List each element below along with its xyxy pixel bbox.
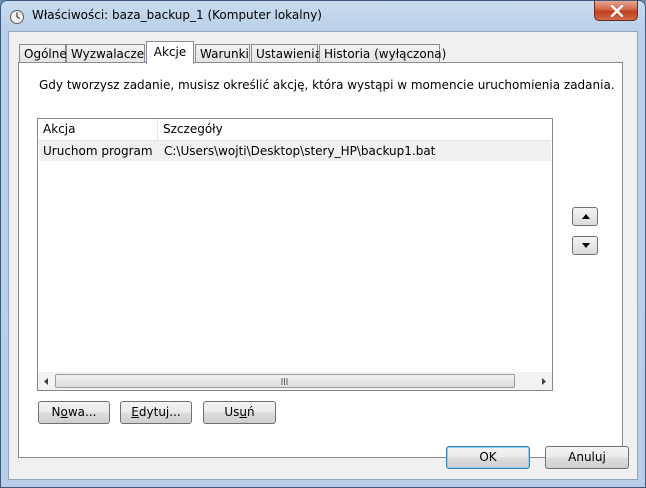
move-down-button[interactable] — [572, 236, 598, 255]
tab-settings[interactable]: Ustawienia — [251, 44, 322, 63]
tab-actions[interactable]: Akcje — [146, 41, 194, 64]
column-header-action[interactable]: Akcja — [38, 119, 158, 140]
list-item[interactable]: Uruchom program C:\Users\wojti\Desktop\s… — [39, 141, 551, 161]
new-button-accelerator: o — [60, 405, 68, 419]
ok-button[interactable]: OK — [446, 446, 530, 469]
tab-conditions[interactable]: Warunki — [195, 44, 250, 63]
delete-button-label-pre: Us — [224, 405, 240, 419]
column-header-details[interactable]: Szczegóły — [158, 119, 552, 140]
properties-window: Właściwości: baza_backup_1 (Komputer lok… — [0, 0, 646, 488]
delete-button-accelerator: u — [239, 405, 248, 419]
action-details: C:\Users\wojti\Desktop\stery_HP\backup1.… — [164, 144, 436, 158]
new-button-label-pre: N — [51, 405, 61, 419]
edit-action-button[interactable]: Edytuj... — [120, 401, 192, 424]
actions-tab-panel: Gdy tworzysz zadanie, musisz określić ak… — [18, 62, 623, 458]
actions-description: Gdy tworzysz zadanie, musisz określić ak… — [39, 78, 615, 92]
title-bar[interactable]: Właściwości: baza_backup_1 (Komputer lok… — [1, 1, 645, 31]
edit-button-accelerator: E — [131, 405, 139, 419]
dialog-client-area: Ogólne Wyzwalacze Akcje Warunki Ustawien… — [8, 31, 638, 480]
window-title: Właściwości: baza_backup_1 (Komputer lok… — [32, 8, 322, 22]
delete-action-button[interactable]: Usuń — [203, 401, 276, 424]
list-header: Akcja Szczegóły — [38, 119, 552, 141]
move-up-button[interactable] — [572, 207, 598, 226]
edit-button-label-post: dytuj... — [138, 405, 181, 419]
action-type: Uruchom program — [43, 144, 153, 158]
tab-history[interactable]: Historia (wyłączona) — [319, 44, 446, 63]
new-action-button[interactable]: Nowa... — [38, 401, 110, 424]
clock-icon — [10, 10, 24, 24]
cancel-button[interactable]: Anuluj — [545, 446, 629, 469]
close-icon — [610, 5, 624, 17]
triangle-up-icon — [582, 214, 590, 219]
grip-icon — [281, 378, 288, 385]
actions-list[interactable]: Akcja Szczegóły Uruchom program C:\Users… — [37, 118, 553, 391]
new-button-label-post: wa... — [67, 405, 97, 419]
delete-button-label-post: ń — [247, 405, 255, 419]
scroll-right-icon[interactable] — [535, 373, 552, 390]
scroll-left-icon[interactable] — [38, 373, 55, 390]
tab-triggers[interactable]: Wyzwalacze — [66, 44, 145, 63]
close-button[interactable] — [594, 1, 638, 21]
triangle-down-icon — [582, 243, 590, 248]
horizontal-scrollbar[interactable] — [38, 372, 552, 390]
tab-general[interactable]: Ogólne — [19, 44, 67, 63]
scrollbar-thumb[interactable] — [55, 374, 515, 388]
